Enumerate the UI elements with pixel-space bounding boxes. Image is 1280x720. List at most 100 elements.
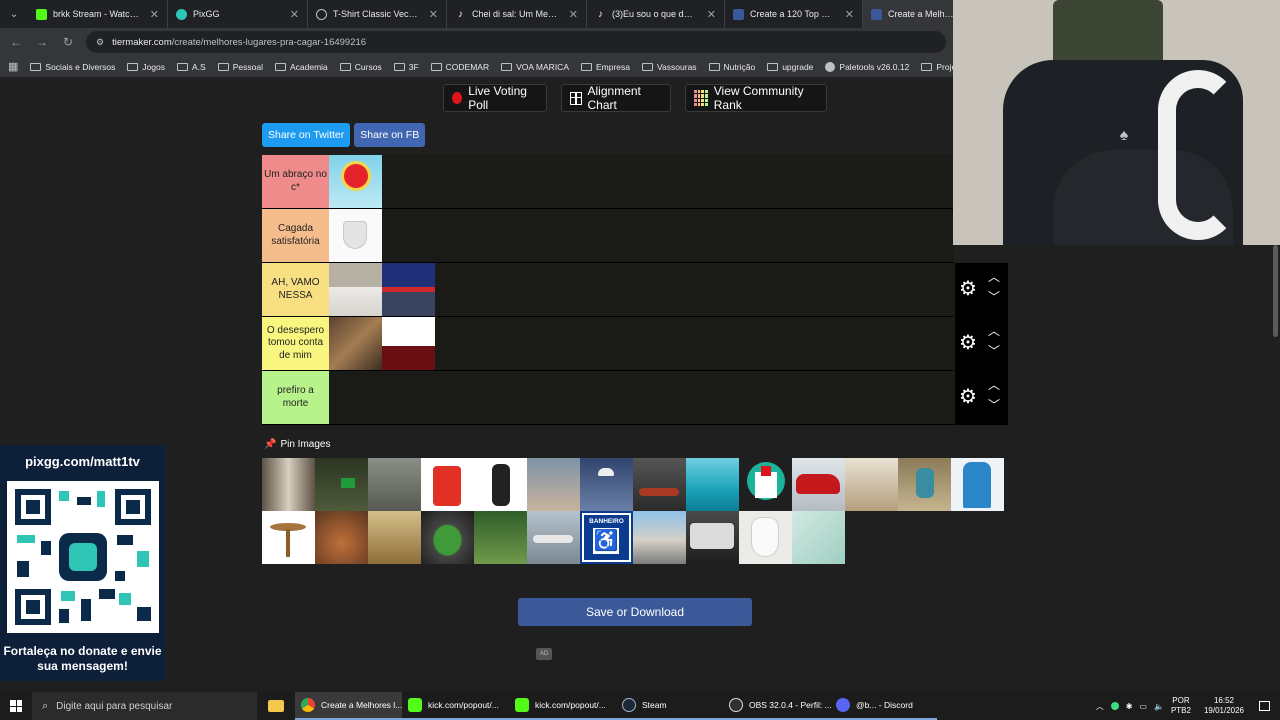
site-info-icon[interactable]: ⚙ [96,37,104,48]
bookmark-link[interactable]: Paletools v26.0.12 [825,61,909,72]
close-icon[interactable]: ✕ [707,8,716,21]
tray-status-icon[interactable] [1110,702,1119,710]
tab-tiermaker-active[interactable]: Create a Melhores lu [863,0,963,28]
live-voting-button[interactable]: Live Voting Poll [443,84,547,112]
taskbar-discord[interactable]: @b... - Discord [830,692,937,720]
bank-item-hallway[interactable] [262,458,315,511]
share-twitter-button[interactable]: Share on Twitter [262,123,351,147]
tier-label[interactable]: prefiro a morte [262,371,329,424]
tier-item-theater[interactable] [382,317,435,370]
bank-item-hoodie[interactable] [368,458,421,511]
bookmark-folder[interactable]: CODEMAR [430,62,489,72]
back-icon[interactable]: ← [8,35,24,49]
bank-item-bus[interactable] [686,511,739,564]
bookmark-folder[interactable]: VOA MARICA [501,62,569,72]
bookmark-folder[interactable]: Pessoal [217,62,263,72]
file-explorer-icon[interactable] [257,692,295,720]
tab-tiermaker-onepiece[interactable]: Create a 120 Top One Pie ✕ [725,0,863,28]
bookmark-folder[interactable]: Academia [274,62,328,72]
chevron-up-icon[interactable]: ︿ [988,379,1000,391]
bank-item-stadium[interactable] [421,511,474,564]
tier-label[interactable]: Cagada satisfatória [262,209,329,262]
bank-item-cigar[interactable] [633,458,686,511]
tier-item-restaurant[interactable] [329,317,382,370]
close-icon[interactable]: ✕ [150,8,159,21]
network-icon[interactable]: ▭ [1139,702,1147,711]
bookmark-folder[interactable]: Vassouras [642,62,697,72]
close-icon[interactable]: ✕ [290,8,299,21]
bookmark-folder[interactable]: Sociais e Diversos [30,62,115,72]
tab-kick-stream[interactable]: brkk Stream - Watch Live ✕ [28,0,168,28]
bookmark-folder[interactable]: 3F [393,62,419,72]
bank-item-forest[interactable] [474,511,527,564]
tier-label[interactable]: O desespero tomou conta de mim [262,317,329,370]
close-icon[interactable]: ✕ [429,8,438,21]
bank-item-wood-table[interactable] [262,511,315,564]
chevron-down-icon[interactable]: ﹀ [988,399,1000,411]
gear-icon[interactable]: ⚙ [959,387,977,407]
tier-label[interactable]: Um abraço no c* [262,155,329,208]
taskbar-search[interactable]: ⌕ Digite aqui para pesquisar [32,692,257,720]
bookmark-folder[interactable]: Jogos [127,62,165,72]
chevron-up-icon[interactable]: ︿ [988,271,1000,283]
tier-item-graal[interactable] [329,155,382,208]
chevron-down-icon[interactable]: ﹀ [988,345,1000,357]
forward-icon[interactable]: → [34,35,50,49]
tab-pixgg[interactable]: PixGG ✕ [168,0,308,28]
taskbar-steam[interactable]: Steam [616,692,723,720]
taskbar-obs[interactable]: OBS 32.0.4 - Perfil: ... [723,692,832,720]
close-icon[interactable]: ✕ [845,8,854,21]
url-input[interactable]: ⚙ tiermaker.com/create/melhores-lugares-… [86,31,946,53]
bank-item-red-car[interactable] [792,458,845,511]
bank-item-notebook[interactable] [792,511,845,564]
bank-item-bidet[interactable] [739,511,792,564]
input-language[interactable]: POR PTB2 [1171,696,1191,715]
community-rank-button[interactable]: View Community Rank [685,84,827,112]
save-download-button[interactable]: Save or Download [518,598,752,626]
tray-chevron-icon[interactable]: ︿ [1096,701,1104,712]
notification-icon[interactable] [1259,701,1270,711]
taskbar-kick-1[interactable]: kick.com/popout/... [402,692,509,720]
close-icon[interactable]: ✕ [569,8,578,21]
page-scrollbar[interactable] [1273,245,1278,337]
bank-item-red-chair[interactable] [421,458,474,511]
pin-images-toggle[interactable]: 📌 Pin Images [264,439,330,450]
tier-item-toilet[interactable] [329,209,382,262]
gear-icon[interactable]: ⚙ [959,279,977,299]
bank-item-gaming-chair[interactable] [474,458,527,511]
tab-tiktok-meme[interactable]: ♪ Chei di sal: Um Meme Eng ✕ [447,0,587,28]
tab-tiktok-desmaia[interactable]: ♪ (3)Eu sou o que desmaia ✕ [587,0,725,28]
start-button[interactable] [0,692,32,720]
tier-item-gas-station[interactable] [382,263,435,316]
bookmark-folder[interactable]: A.S [177,62,206,72]
apps-icon[interactable]: ▦ [8,60,18,73]
tier-item-bed[interactable] [329,263,382,316]
bookmark-folder[interactable]: upgrade [767,62,813,72]
gear-icon[interactable]: ⚙ [959,333,977,353]
tray-bluetooth-icon[interactable]: ✱ [1126,702,1133,711]
alignment-chart-button[interactable]: Alignment Chart [561,84,671,112]
bookmark-folder[interactable]: Empresa [581,62,630,72]
reload-icon[interactable]: ↻ [60,35,76,49]
bank-item-cupcakes[interactable] [315,511,368,564]
bank-item-classroom[interactable] [845,458,898,511]
bank-item-shower[interactable] [580,458,633,511]
bank-item-banheiro-sign[interactable]: BANHEIRO ♿ [580,511,633,564]
ad-badge[interactable]: AD [536,648,552,660]
bank-item-soldier[interactable] [315,458,368,511]
taskbar-chrome[interactable]: Create a Melhores l... [295,692,402,720]
clock[interactable]: 16:52 19/01/2026 [1204,696,1244,715]
bank-item-stressed-man[interactable] [527,458,580,511]
bank-item-beach[interactable] [686,458,739,511]
bookmark-folder[interactable]: Nutrição [708,62,755,72]
tier-label[interactable]: AH, VAMO NESSA [262,263,329,316]
taskbar-kick-2[interactable]: kick.com/popout/... [509,692,616,720]
chevron-down-icon[interactable]: ﹀ [988,291,1000,303]
tab-search-icon[interactable]: ⌄ [0,0,28,28]
share-facebook-button[interactable]: Share on FB [354,123,426,147]
bank-item-hospital[interactable] [739,458,792,511]
chevron-up-icon[interactable]: ︿ [988,325,1000,337]
bank-item-portable-toilet[interactable] [951,458,1004,511]
bank-item-school-room[interactable] [368,511,421,564]
volume-icon[interactable]: 🔈 [1154,702,1164,711]
